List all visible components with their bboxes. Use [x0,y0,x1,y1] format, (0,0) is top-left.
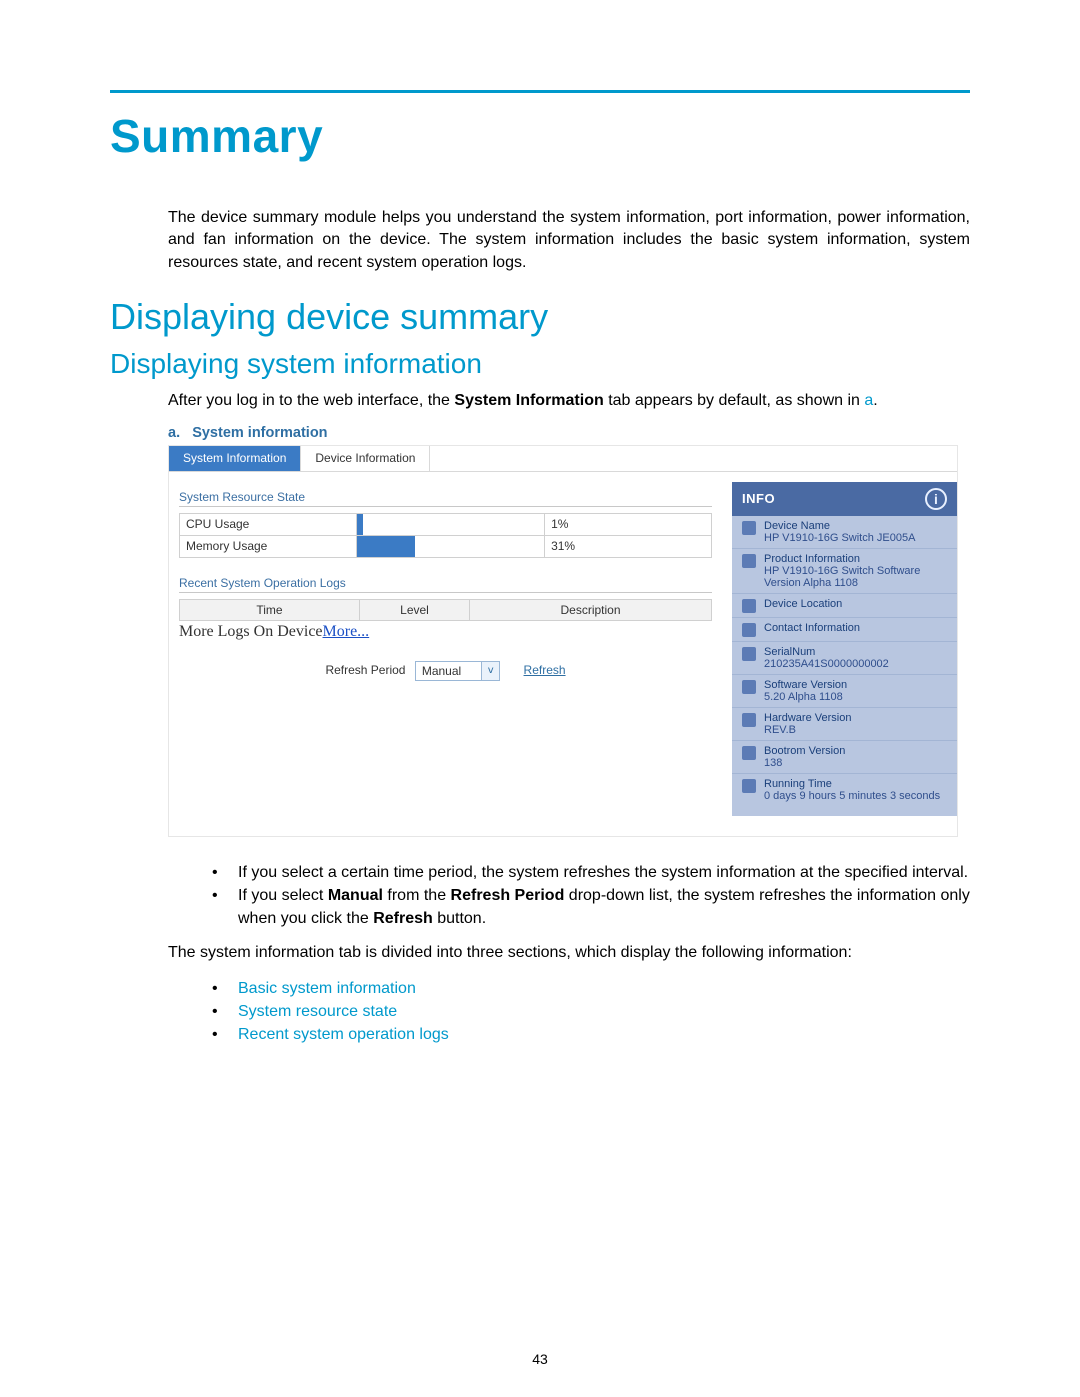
info-label: Contact Information [764,622,860,634]
bold-refresh: Refresh [373,910,433,927]
resource-label: CPU Usage [180,513,357,535]
col-time: Time [180,599,360,620]
refresh-period-label: Refresh Period [325,663,405,677]
text: . [873,392,877,409]
select-dropdown-button[interactable]: ⅴ [481,662,499,680]
text: After you log in to the web interface, t… [168,392,454,409]
refresh-period-select[interactable]: Manual ⅴ [415,661,500,681]
info-value: 0 days 9 hours 5 minutes 3 seconds [764,790,940,802]
list-item: If you select Manual from the Refresh Pe… [212,884,970,930]
info-value: 210235A41S0000000002 [764,658,889,670]
location-icon [742,599,756,613]
table-header-row: Time Level Description [180,599,712,620]
table-row: Memory Usage 31% [180,535,712,557]
text: tab appears by default, as shown in [604,392,865,409]
info-item-serial: SerialNum210235A41S0000000002 [732,642,957,675]
figure-title: System information [192,425,327,441]
info-label: Software Version [764,679,847,691]
figure-label: a. [168,425,180,441]
text: If you select [238,887,328,904]
chevron-down-icon: ⅴ [488,666,494,676]
info-label: Hardware Version [764,712,851,724]
resource-table: CPU Usage 1% Memory Usage 31% [179,513,712,558]
info-value: 5.20 Alpha 1108 [764,691,847,703]
screenshot-system-information: System Information Device Information Sy… [168,445,958,837]
hardware-icon [742,713,756,727]
link-basic-system-information[interactable]: Basic system information [212,977,970,1000]
product-icon [742,554,756,568]
col-level: Level [360,599,470,620]
text: from the [383,887,451,904]
info-value: 138 [764,757,845,769]
cpu-bar-fill [357,514,363,535]
tab-device-information[interactable]: Device Information [301,446,430,471]
heading-displaying-device-summary: Displaying device summary [110,296,970,338]
software-icon [742,680,756,694]
page-title: Summary [110,109,970,163]
memory-bar [357,535,545,557]
bold-refresh-period: Refresh Period [451,887,565,904]
resource-label: Memory Usage [180,535,357,557]
clock-icon [742,779,756,793]
info-item-hardware: Hardware VersionREV.B [732,708,957,741]
sections-intro: The system information tab is divided in… [168,942,970,964]
panel-system-resource-state: System Resource State [179,490,712,507]
xref-a[interactable]: a [864,392,873,409]
heading-displaying-system-information: Displaying system information [110,348,970,380]
info-panel: INFO i Device NameHP V1910-16G Switch JE… [732,482,957,816]
intro-paragraph: The device summary module helps you unde… [168,207,970,274]
cpu-bar [357,513,545,535]
info-label: Running Time [764,778,940,790]
bold-manual: Manual [328,887,383,904]
top-rule [110,90,970,93]
info-item-product: Product InformationHP V1910-16G Switch S… [732,549,957,594]
refresh-controls: Refresh Period Manual ⅴ Refresh [179,651,712,681]
more-logs-line: More Logs On DeviceMore... [179,621,712,651]
info-label: SerialNum [764,646,889,658]
contact-icon [742,623,756,637]
more-logs-text: More Logs On Device [179,623,323,640]
info-item-bootrom: Bootrom Version138 [732,741,957,774]
info-label: Product Information [764,553,947,565]
info-header: INFO i [732,482,957,516]
info-label: Device Location [764,598,842,610]
device-icon [742,521,756,535]
col-description: Description [470,599,712,620]
info-item-running-time: Running Time0 days 9 hours 5 minutes 3 s… [732,774,957,806]
page-number: 43 [0,1351,1080,1367]
info-label: Bootrom Version [764,745,845,757]
info-item-location: Device Location [732,594,957,618]
info-icon: i [925,488,947,510]
info-item-contact: Contact Information [732,618,957,642]
link-recent-system-operation-logs[interactable]: Recent system operation logs [212,1023,970,1046]
figure-caption: a. System information [168,425,970,441]
after-login-paragraph: After you log in to the web interface, t… [168,390,970,412]
info-item-device-name: Device NameHP V1910-16G Switch JE005A [732,516,957,549]
info-item-software: Software Version5.20 Alpha 1108 [732,675,957,708]
more-logs-link[interactable]: More... [323,623,370,640]
tab-system-information[interactable]: System Information [169,446,301,471]
info-title: INFO [742,491,775,506]
section-link-bullets: Basic system information System resource… [188,977,970,1047]
memory-pct: 31% [545,535,712,557]
text: button. [433,910,486,927]
info-value: HP V1910-16G Switch JE005A [764,532,915,544]
bootrom-icon [742,746,756,760]
serial-icon [742,647,756,661]
behavior-bullets: If you select a certain time period, the… [188,861,970,931]
bold-system-information: System Information [454,392,603,409]
table-row: CPU Usage 1% [180,513,712,535]
info-value: REV.B [764,724,851,736]
logs-table: Time Level Description [179,599,712,621]
panel-recent-logs: Recent System Operation Logs [179,576,712,593]
list-item: If you select a certain time period, the… [212,861,970,884]
tab-row: System Information Device Information [169,446,957,472]
memory-bar-fill [357,536,415,557]
info-value: HP V1910-16G Switch Software Version Alp… [764,565,947,589]
refresh-period-value: Manual [416,662,481,680]
cpu-pct: 1% [545,513,712,535]
refresh-link[interactable]: Refresh [524,663,566,677]
link-system-resource-state[interactable]: System resource state [212,1000,970,1023]
info-label: Device Name [764,520,915,532]
